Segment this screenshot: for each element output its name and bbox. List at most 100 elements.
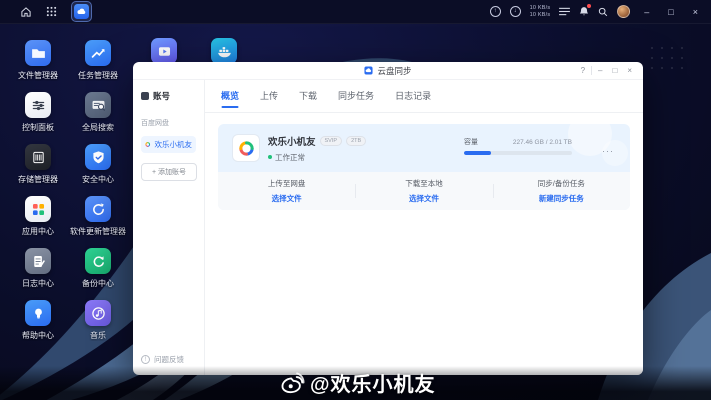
action-upload: 上传至网盘 选择文件 bbox=[218, 178, 355, 204]
action-sync-backup: 同步/备份任务 新建同步任务 bbox=[493, 178, 630, 204]
desktop-icon-movies[interactable] bbox=[134, 38, 194, 64]
update-refresh-icon bbox=[85, 196, 111, 222]
sidebar-section-label: 百度网盘 bbox=[141, 118, 196, 128]
chart-icon bbox=[85, 40, 111, 66]
search-window-icon bbox=[85, 92, 111, 118]
docker-whale-icon bbox=[211, 38, 237, 64]
tab-logs[interactable]: 日志记录 bbox=[395, 80, 431, 113]
task-list-icon[interactable] bbox=[559, 7, 570, 16]
desktop-icon-global-search[interactable]: 全局搜索 bbox=[68, 92, 128, 133]
account-name: 欢乐小机友 bbox=[268, 134, 316, 148]
desktop-icon-label: 存储管理器 bbox=[8, 174, 68, 185]
action-title: 上传至网盘 bbox=[218, 178, 355, 189]
add-account-button[interactable]: + 添加账号 bbox=[141, 163, 197, 181]
choose-file-link[interactable]: 选择文件 bbox=[218, 193, 355, 204]
window-minimize-button[interactable]: – bbox=[594, 62, 606, 80]
sidebar-header-label: 账号 bbox=[153, 90, 170, 102]
system-topbar: ↑ ↓ 10 KB/s 10 KB/s – □ × bbox=[0, 0, 711, 24]
sidebar-header: 账号 bbox=[141, 90, 196, 102]
tab-upload[interactable]: 上传 bbox=[260, 80, 278, 113]
app-grid-icon[interactable] bbox=[46, 6, 57, 17]
sidebar-account-name: 欢乐小机友 bbox=[155, 139, 193, 150]
desktop-icon-music[interactable]: 音乐 bbox=[68, 300, 128, 341]
netdisk-logo-icon bbox=[145, 140, 151, 149]
desktop-icon-file-manager[interactable]: 文件管理器 bbox=[8, 40, 68, 81]
desktop-icon-label: 全局搜索 bbox=[68, 122, 128, 133]
watermark-text: @欢乐小机友 bbox=[310, 368, 436, 397]
feedback-icon: ! bbox=[141, 355, 150, 364]
sidebar-account-item[interactable]: 欢乐小机友 bbox=[141, 136, 196, 153]
new-sync-task-link[interactable]: 新建同步任务 bbox=[493, 193, 630, 204]
desktop-icon-security-center[interactable]: 安全中心 bbox=[68, 144, 128, 185]
system-close-button[interactable]: × bbox=[688, 0, 703, 24]
home-icon[interactable] bbox=[20, 6, 32, 18]
account-badge: 2TB bbox=[346, 136, 366, 146]
titlebar-separator bbox=[591, 66, 592, 75]
tab-sync-tasks[interactable]: 同步任务 bbox=[338, 80, 374, 113]
tabs-bar: 概览 上传 下载 同步任务 日志记录 bbox=[205, 80, 643, 113]
window-sidebar: 账号 百度网盘 欢乐小机友 + 添加账号 ! 问题反馈 bbox=[133, 80, 205, 375]
storage-icon bbox=[25, 144, 51, 170]
desktop-icon-label: 软件更新管理器 bbox=[68, 226, 128, 237]
window-help-button[interactable]: ? bbox=[577, 62, 589, 80]
window-close-button[interactable]: × bbox=[623, 62, 636, 80]
music-icon bbox=[85, 300, 111, 326]
desktop-icon-label: 任务管理器 bbox=[68, 70, 128, 81]
app-center-icon bbox=[25, 196, 51, 222]
network-speeds: 10 KB/s 10 KB/s bbox=[530, 5, 551, 18]
desktop-icon-docker[interactable] bbox=[194, 38, 254, 64]
desktop-icon-app-center[interactable]: 应用中心 bbox=[8, 196, 68, 237]
desktop-icon-label: 备份中心 bbox=[68, 278, 128, 289]
card-more-button[interactable]: ··· bbox=[602, 146, 614, 156]
system-minimize-button[interactable]: – bbox=[639, 0, 654, 24]
tab-download[interactable]: 下载 bbox=[299, 80, 317, 113]
desktop-icon-task-manager[interactable]: 任务管理器 bbox=[68, 40, 128, 81]
upload-speed-icon[interactable]: ↑ bbox=[490, 6, 501, 17]
net-speed-up: 10 KB/s bbox=[530, 5, 551, 12]
system-maximize-button[interactable]: □ bbox=[663, 0, 678, 24]
app-window: 云盘同步 ? – □ × 账号 百度网盘 bbox=[133, 62, 643, 375]
cloud-app-icon bbox=[74, 4, 89, 19]
quota-label: 容量 bbox=[464, 137, 478, 147]
feedback-label: 问题反馈 bbox=[154, 354, 184, 365]
sliders-icon bbox=[25, 92, 51, 118]
window-title: 云盘同步 bbox=[377, 65, 411, 77]
desktop-icon-help-center[interactable]: 帮助中心 bbox=[8, 300, 68, 341]
desktop-icon-log-center[interactable]: 日志中心 bbox=[8, 248, 68, 289]
desktop-icon-backup-center[interactable]: 备份中心 bbox=[68, 248, 128, 289]
window-titlebar[interactable]: 云盘同步 ? – □ × bbox=[133, 62, 643, 80]
action-title: 同步/备份任务 bbox=[493, 178, 630, 189]
movie-play-icon bbox=[151, 38, 177, 64]
search-icon[interactable] bbox=[598, 7, 608, 17]
notification-bell-icon[interactable] bbox=[579, 6, 589, 17]
quota-section: 容量 227.46 GB / 2.01 TB bbox=[464, 137, 572, 155]
taskbar-running-app-icon[interactable] bbox=[71, 1, 92, 22]
tab-overview[interactable]: 概览 bbox=[221, 80, 239, 113]
action-title: 下载至本地 bbox=[355, 178, 492, 189]
action-download: 下载至本地 选择文件 bbox=[355, 178, 492, 204]
accounts-icon bbox=[141, 92, 149, 100]
user-avatar[interactable] bbox=[617, 5, 630, 18]
window-maximize-button[interactable]: □ bbox=[608, 62, 621, 80]
notification-dot bbox=[587, 4, 591, 8]
log-journal-icon bbox=[25, 248, 51, 274]
desktop-icon-software-update[interactable]: 软件更新管理器 bbox=[68, 196, 128, 237]
shield-icon bbox=[85, 144, 111, 170]
desktop-icon-label: 帮助中心 bbox=[8, 330, 68, 341]
choose-file-link[interactable]: 选择文件 bbox=[355, 193, 492, 204]
download-speed-icon[interactable]: ↓ bbox=[510, 6, 521, 17]
quota-value: 227.46 GB / 2.01 TB bbox=[513, 139, 572, 146]
desktop-icon-label: 音乐 bbox=[68, 330, 128, 341]
quota-progress-bar bbox=[464, 151, 572, 155]
desktop-icon-label: 文件管理器 bbox=[8, 70, 68, 81]
status-dot bbox=[268, 155, 272, 159]
account-status: 工作正常 bbox=[275, 152, 305, 163]
desktop-icon-control-panel[interactable]: 控制面板 bbox=[8, 92, 68, 133]
lightbulb-icon bbox=[25, 300, 51, 326]
backup-sync-icon bbox=[85, 248, 111, 274]
desktop-icon-label: 日志中心 bbox=[8, 278, 68, 289]
account-badge: SVIP bbox=[320, 136, 343, 146]
account-card: 欢乐小机友 SVIP 2TB 工作正常 容量 227.46 GB / 2.01 … bbox=[218, 124, 630, 210]
desktop-icon-storage-manager[interactable]: 存储管理器 bbox=[8, 144, 68, 185]
feedback-button[interactable]: ! 问题反馈 bbox=[141, 354, 184, 365]
